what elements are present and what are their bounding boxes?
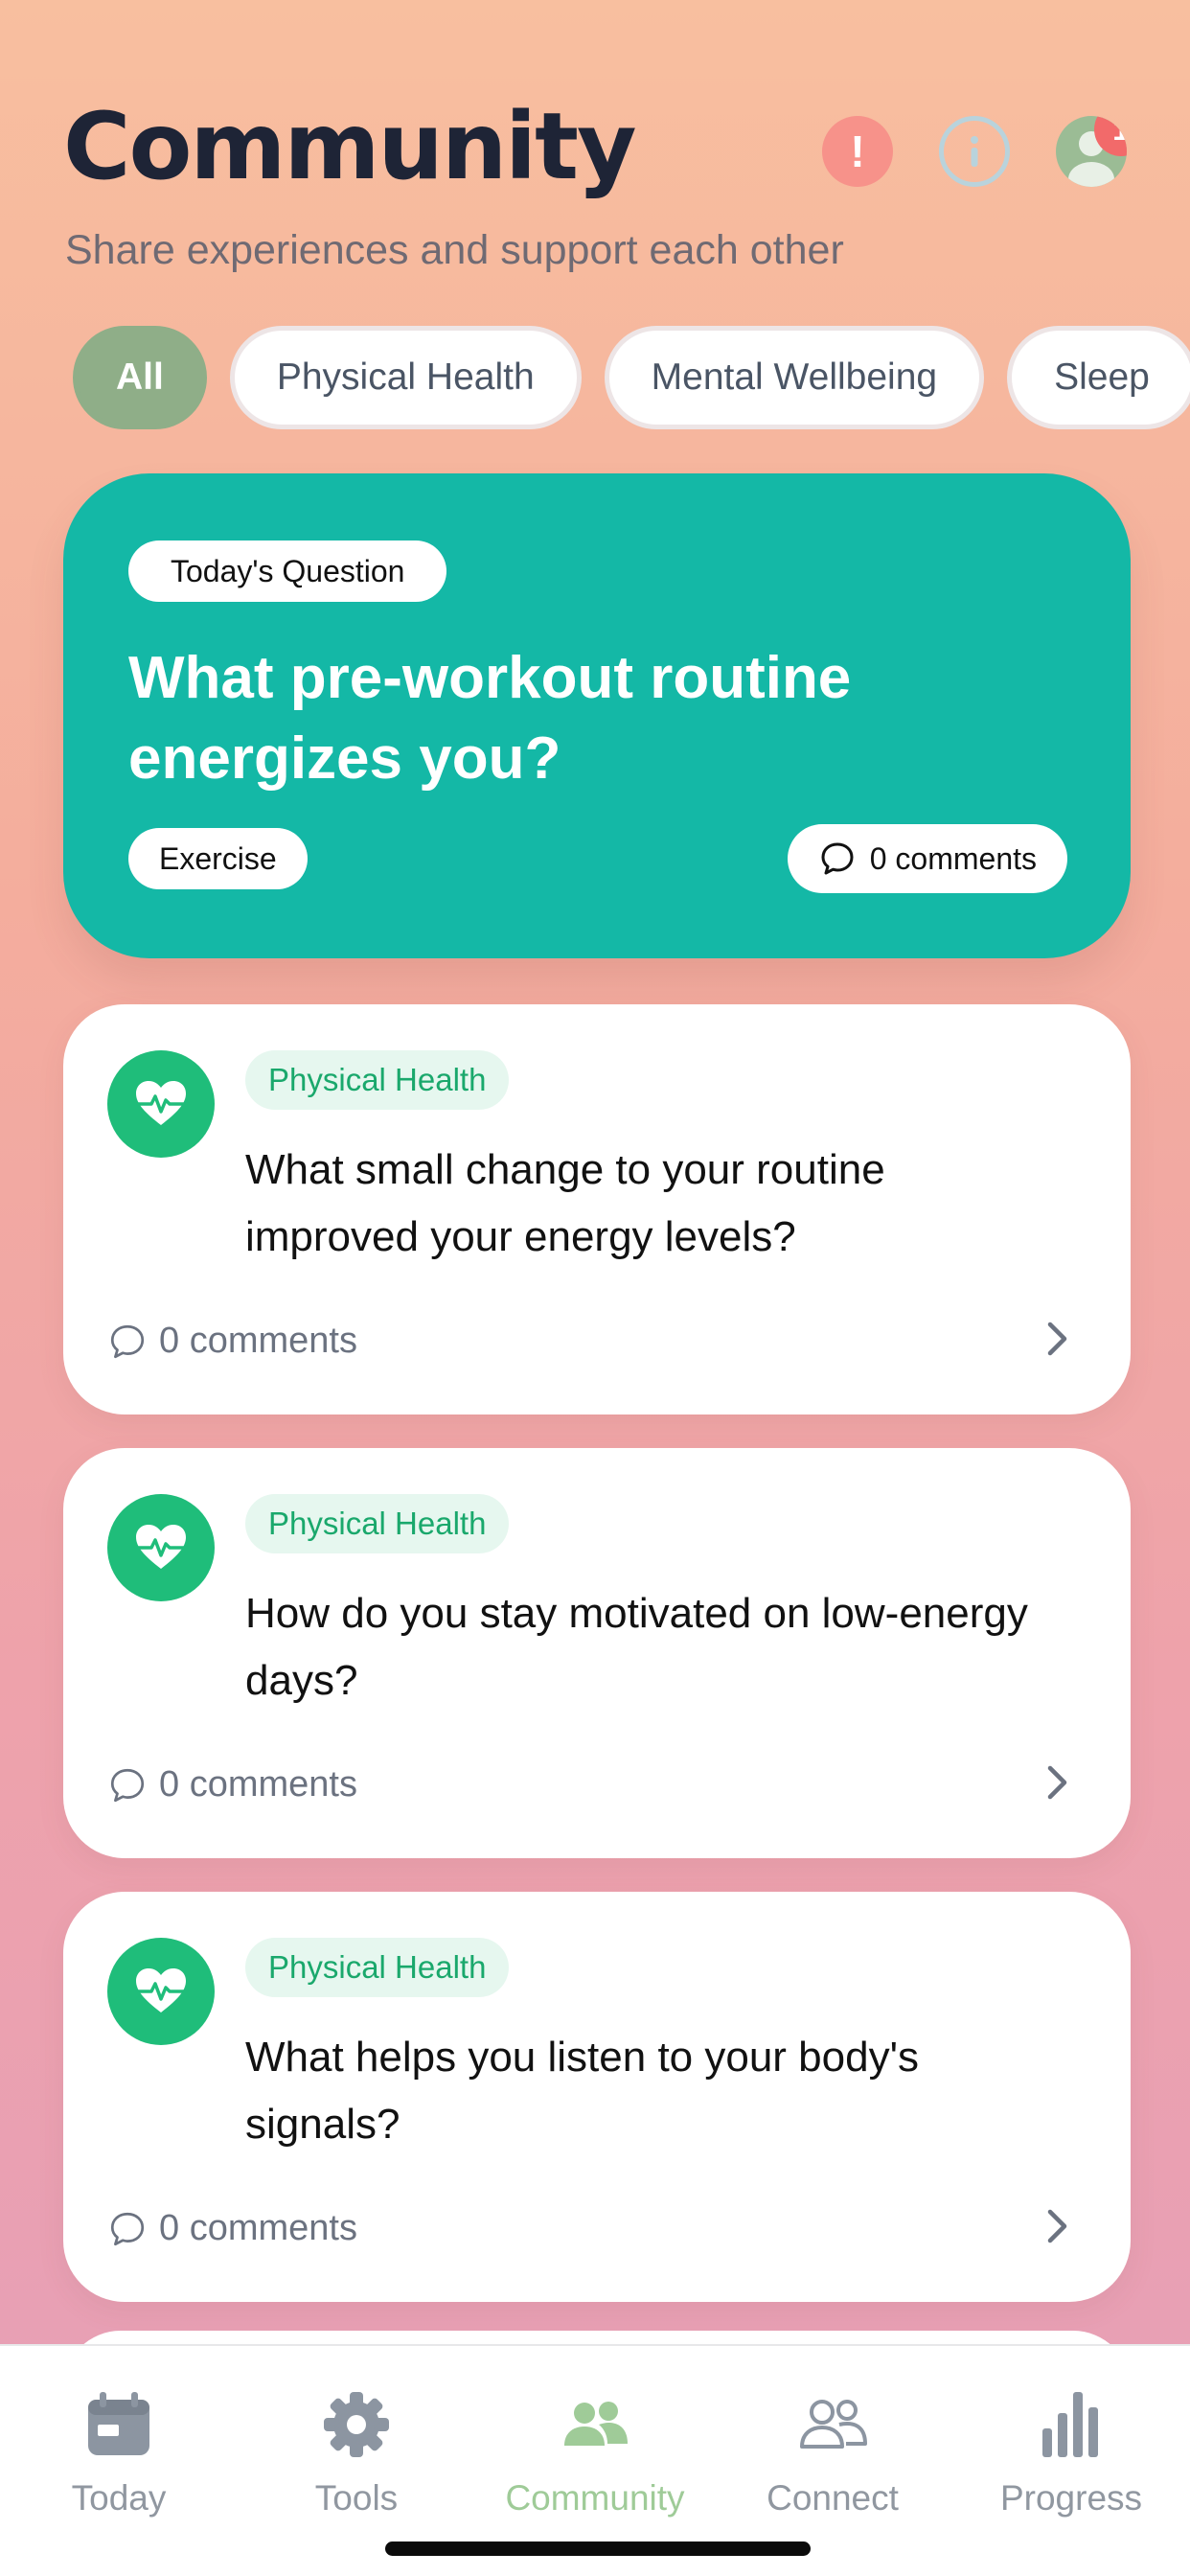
comment-icon	[110, 1324, 145, 1358]
tab-label: Connect	[767, 2478, 899, 2518]
question-card[interactable]: Physical Health What small change to you…	[63, 1004, 1131, 1414]
comments-label: 0 comments	[159, 2208, 357, 2248]
info-icon[interactable]	[939, 116, 1010, 187]
comments-count: 0 comments	[107, 1321, 357, 1362]
todays-question-card[interactable]: Today's Question What pre-workout routin…	[63, 473, 1131, 958]
profile-avatar[interactable]: 1	[1056, 116, 1127, 187]
tab-tools[interactable]: Tools	[238, 2386, 475, 2518]
question-text: What helps you listen to your body's sig…	[245, 2034, 919, 2148]
filter-chip-physical-health[interactable]: Physical Health	[229, 326, 582, 429]
comment-icon	[110, 2212, 145, 2245]
heart-pulse-icon	[107, 1050, 215, 1158]
comment-icon	[821, 842, 854, 875]
question-text: What small change to your routine improv…	[245, 1146, 885, 1260]
heart-pulse-glyph	[136, 1968, 186, 2012]
category-tag: Physical Health	[245, 1494, 510, 1553]
home-indicator[interactable]	[385, 2542, 811, 2556]
tab-today[interactable]: Today	[0, 2386, 238, 2518]
featured-comments-count: 0 comments	[869, 840, 1037, 876]
bar-chart-icon	[1042, 2392, 1098, 2457]
featured-comments-button[interactable]: 0 comments	[787, 824, 1067, 893]
comment-icon	[110, 1768, 145, 1802]
featured-tag: Exercise	[128, 828, 308, 889]
question-text: How do you stay motivated on low-energy …	[245, 1590, 1028, 1704]
heart-pulse-icon	[107, 1938, 215, 2045]
calendar-icon	[88, 2392, 149, 2455]
gear-icon	[324, 2392, 389, 2457]
tab-label: Progress	[999, 2478, 1143, 2518]
category-tag: Physical Health	[245, 1938, 510, 1997]
heart-pulse-icon	[107, 1494, 215, 1601]
featured-question: What pre-workout routine energizes you?	[128, 645, 852, 792]
filter-chip-mental-wellbeing[interactable]: Mental Wellbeing	[604, 326, 985, 429]
tab-label: Tools	[314, 2478, 399, 2518]
comments-label: 0 comments	[159, 1764, 357, 1805]
heart-pulse-glyph	[136, 1525, 186, 1569]
filter-chips: All Physical Health Mental Wellbeing Sle…	[73, 326, 1190, 429]
people-icon	[564, 2402, 628, 2446]
page-subtitle: Share experiences and support each other	[65, 227, 844, 273]
page-header: Community Share experiences and support …	[63, 101, 1127, 292]
chevron-right-icon[interactable]	[1035, 2204, 1079, 2248]
filter-chip-sleep[interactable]: Sleep	[1007, 326, 1190, 429]
chevron-right-icon[interactable]	[1035, 1317, 1079, 1361]
category-tag: Physical Health	[245, 1050, 510, 1110]
tab-community[interactable]: Community	[476, 2386, 714, 2518]
info-glyph	[971, 136, 978, 167]
todays-question-label: Today's Question	[128, 540, 447, 602]
tab-progress[interactable]: Progress	[952, 2386, 1190, 2518]
tab-connect[interactable]: Connect	[714, 2386, 951, 2518]
comments-count: 0 comments	[107, 2208, 357, 2249]
heart-pulse-glyph	[136, 1081, 186, 1125]
question-card[interactable]: Physical Health How do you stay motivate…	[63, 1448, 1131, 1858]
people-outline-icon	[800, 2400, 867, 2449]
header-actions: ! 1	[822, 116, 1127, 187]
comments-count: 0 comments	[107, 1764, 357, 1806]
alert-glyph: !	[850, 126, 865, 176]
question-card[interactable]: Physical Health What helps you listen to…	[63, 1892, 1131, 2302]
comments-label: 0 comments	[159, 1321, 357, 1361]
alert-icon[interactable]: !	[822, 116, 893, 187]
tab-label: Today	[71, 2478, 167, 2518]
filter-chip-all[interactable]: All	[73, 326, 207, 429]
tab-label: Community	[505, 2478, 685, 2518]
chevron-right-icon[interactable]	[1035, 1760, 1079, 1805]
